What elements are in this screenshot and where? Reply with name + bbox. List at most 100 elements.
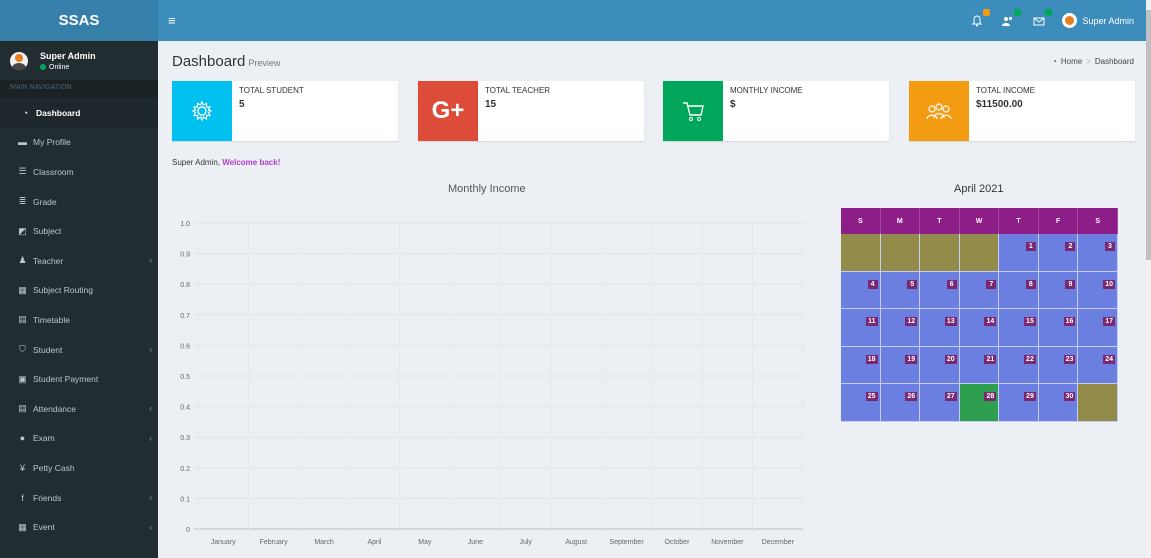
calendar-day-cell[interactable]: 12 xyxy=(880,309,921,347)
calendar-day-cell[interactable]: 2 xyxy=(1038,234,1079,272)
calendar-day-cell[interactable]: 25 xyxy=(841,384,881,422)
calendar-day-cell[interactable]: 22 xyxy=(999,346,1039,384)
calendar-day-number[interactable]: 15 xyxy=(1024,317,1036,326)
sidebar-item-student[interactable]: ⛉ Student ‹ xyxy=(0,335,158,365)
y-tick-label: 0.7 xyxy=(180,313,190,320)
calendar-day-number[interactable]: 3 xyxy=(1105,242,1115,251)
sidebar-item-label: Student Payment xyxy=(33,374,99,385)
calendar-day-cell[interactable]: 10 xyxy=(1078,271,1118,309)
messages-badge xyxy=(1045,8,1053,16)
calendar-day-number[interactable]: 10 xyxy=(1103,279,1115,289)
calendar-day-number[interactable]: 11 xyxy=(866,317,878,326)
calendar-day-number[interactable]: 14 xyxy=(984,317,997,326)
scrollbar-thumb[interactable] xyxy=(1146,10,1151,260)
menu-toggle-icon[interactable]: ≡ xyxy=(168,13,188,28)
breadcrumb-home[interactable]: Home xyxy=(1061,57,1082,66)
calendar-day-cell[interactable]: 9 xyxy=(1038,271,1079,309)
calendar-day-cell[interactable]: 14 xyxy=(959,309,1000,347)
status-text: Online xyxy=(49,63,70,71)
bell-icon[interactable] xyxy=(969,8,991,29)
sidebar-item-grade[interactable]: ≣ Grade xyxy=(0,187,158,217)
calendar-day-number[interactable]: 26 xyxy=(905,392,918,401)
sidebar-item-exam[interactable]: ● Exam ‹ xyxy=(0,424,158,454)
calendar-day-cell[interactable]: 26 xyxy=(880,384,921,422)
sidebar-item-my-profile[interactable]: ▬ My Profile xyxy=(0,128,158,158)
calendar-day-cell[interactable]: 18 xyxy=(841,346,881,384)
sidebar-item-subject-routing[interactable]: ▦ Subject Routing xyxy=(0,276,158,306)
calendar-day-header: F xyxy=(1038,208,1079,234)
user-menu-name: Super Admin xyxy=(1082,15,1134,26)
calendar-day-number[interactable]: 2 xyxy=(1065,242,1076,251)
notification-badge xyxy=(983,8,991,16)
calendar-day-number[interactable]: 13 xyxy=(944,317,957,326)
calendar-day-number[interactable]: 19 xyxy=(905,354,918,364)
calendar-day-number[interactable]: 8 xyxy=(1025,279,1036,289)
calendar-day-number[interactable]: 23 xyxy=(1063,354,1076,364)
calendar-day-cell[interactable]: 19 xyxy=(880,346,921,384)
calendar-day-number[interactable]: 24 xyxy=(1103,354,1115,364)
sidebar-item-attendance[interactable]: ▤ Attendance ‹ xyxy=(0,394,158,424)
app-logo[interactable]: SSAS xyxy=(0,0,158,41)
sidebar-item-student-payment[interactable]: ▣ Student Payment xyxy=(0,364,158,394)
sidebar-item-friends[interactable]: f Friends ‹ xyxy=(0,483,158,513)
user-menu[interactable]: Super Admin xyxy=(1062,13,1134,28)
calendar-day-number[interactable]: 1 xyxy=(1025,242,1036,251)
calendar-day-cell[interactable]: 29 xyxy=(999,384,1039,422)
calendar-day-cell[interactable]: 21 xyxy=(959,346,1000,384)
calendar-day-cell[interactable]: 23 xyxy=(1038,346,1079,384)
sidebar-item-dashboard[interactable]: ◔ Dashboard xyxy=(0,98,158,128)
calendar-day-cell[interactable]: 11 xyxy=(841,309,881,347)
calendar-day-cell[interactable]: 3 xyxy=(1078,234,1118,272)
calendar-day-cell[interactable]: 7 xyxy=(959,271,1000,309)
calendar-day-number[interactable]: 5 xyxy=(907,279,918,289)
calendar-day-cell[interactable]: 17 xyxy=(1078,309,1118,347)
y-tick-label: 0.8 xyxy=(180,282,190,289)
calendar-day-header: M xyxy=(880,208,921,234)
calendar-today-cell[interactable]: 28 xyxy=(959,384,1000,422)
circle-icon: ● xyxy=(19,433,26,444)
calendar-day-cell[interactable]: 4 xyxy=(841,271,881,309)
page-scrollbar[interactable] xyxy=(1146,0,1151,558)
calendar-day-cell[interactable]: 20 xyxy=(920,346,960,384)
sidebar-item-subject[interactable]: ◩ Subject xyxy=(0,216,158,246)
calendar-day-number[interactable]: 28 xyxy=(984,392,997,401)
x-tick-label: December xyxy=(762,539,795,546)
calendar-day-cell[interactable]: 8 xyxy=(999,271,1039,309)
calendar-day-cell[interactable]: 16 xyxy=(1038,309,1079,347)
calendar-day-number[interactable]: 27 xyxy=(944,392,957,401)
calendar-day-cell[interactable]: 13 xyxy=(920,309,960,347)
users-icon[interactable] xyxy=(1000,8,1022,29)
sidebar-item-timetable[interactable]: ▤ Timetable xyxy=(0,305,158,335)
dashboard-icon: ◔ xyxy=(22,107,29,118)
calendar-day-number[interactable]: 17 xyxy=(1103,317,1115,326)
calendar-day-cell[interactable]: 15 xyxy=(999,309,1039,347)
sidebar-item-label: Subject xyxy=(33,226,62,237)
calendar-day-number[interactable]: 21 xyxy=(984,354,997,364)
envelope-icon[interactable] xyxy=(1031,8,1053,29)
sidebar-item-petty-cash[interactable]: ¥ Petty Cash xyxy=(0,453,158,483)
calendar-day-number[interactable]: 4 xyxy=(867,279,878,289)
calendar-day-number[interactable]: 29 xyxy=(1024,392,1036,401)
calendar-day-number[interactable]: 25 xyxy=(865,392,878,401)
x-tick-label: April xyxy=(367,539,381,546)
info-box-label: TOTAL TEACHER xyxy=(485,86,551,95)
calendar-day-number[interactable]: 18 xyxy=(865,354,878,364)
calendar-day-number[interactable]: 16 xyxy=(1063,317,1076,326)
calendar-day-cell[interactable]: 6 xyxy=(920,271,960,309)
calendar-day-number[interactable]: 20 xyxy=(944,354,957,364)
calendar-day-number[interactable]: 30 xyxy=(1063,392,1076,401)
calendar-day-number[interactable]: 22 xyxy=(1024,354,1036,364)
calendar-empty-cell xyxy=(920,234,960,272)
calendar-day-cell[interactable]: 24 xyxy=(1078,346,1118,384)
calendar-day-cell[interactable]: 1 xyxy=(999,234,1039,272)
calendar-day-cell[interactable]: 27 xyxy=(920,384,960,422)
calendar-day-number[interactable]: 9 xyxy=(1065,279,1076,289)
calendar-day-number[interactable]: 7 xyxy=(986,279,997,289)
sidebar-item-event[interactable]: ▦ Event ‹ xyxy=(0,512,158,542)
calendar-day-cell[interactable]: 5 xyxy=(880,271,921,309)
sidebar-item-teacher[interactable]: ♟ Teacher ‹ xyxy=(0,246,158,276)
calendar-day-number[interactable]: 6 xyxy=(946,279,957,289)
sidebar-item-classroom[interactable]: ☰ Classroom xyxy=(0,157,158,187)
calendar-day-cell[interactable]: 30 xyxy=(1038,384,1079,422)
calendar-day-number[interactable]: 12 xyxy=(905,317,918,326)
